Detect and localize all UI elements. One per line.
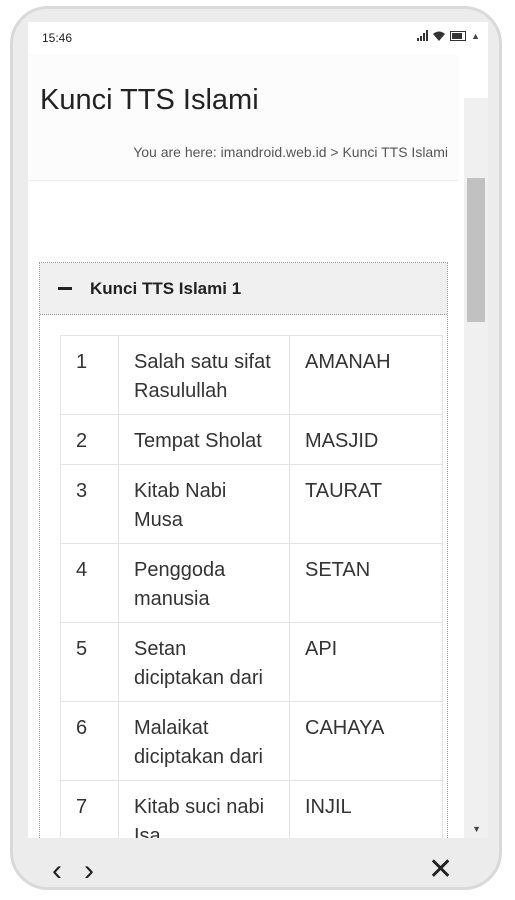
screen: 15:46 ▲ Kunci TTS Islami You are here: i… xyxy=(28,22,488,838)
row-answer: CAHAYA xyxy=(289,701,443,781)
accordion-header[interactable]: Kunci TTS Islami 1 xyxy=(40,263,447,315)
breadcrumb[interactable]: You are here: imandroid.web.id > Kunci T… xyxy=(133,144,448,160)
row-answer: MASJID xyxy=(289,414,443,465)
table-row: 3 Kitab Nabi Musa TAURAT xyxy=(60,464,443,544)
row-question: Kitab Nabi Musa xyxy=(118,464,290,544)
scroll-down-icon[interactable]: ▼ xyxy=(472,824,481,834)
row-question: Setan diciptakan dari xyxy=(118,622,290,702)
table-row: 4 Penggoda manusia SETAN xyxy=(60,543,443,623)
collapse-icon[interactable] xyxy=(58,287,72,290)
table-row: 7 Kitab suci nabi Isa INJIL xyxy=(60,780,443,838)
accordion: Kunci TTS Islami 1 1 Salah satu sifat Ras… xyxy=(39,262,448,838)
scrollbar-track[interactable]: ▼ xyxy=(464,98,488,838)
status-icons: ▲ xyxy=(417,30,480,41)
row-answer: API xyxy=(289,622,443,702)
row-number: 2 xyxy=(60,414,119,465)
row-question: Kitab suci nabi Isa xyxy=(118,780,290,838)
bottom-nav-bar: ‹ › ✕ xyxy=(0,844,515,900)
table-row: 1 Salah satu sifat Rasulullah AMANAH xyxy=(60,335,443,415)
row-answer: INJIL xyxy=(289,780,443,838)
row-answer: AMANAH xyxy=(289,335,443,415)
row-number: 6 xyxy=(60,701,119,781)
answer-table: 1 Salah satu sifat Rasulullah AMANAH 2 Tempa… xyxy=(60,335,443,838)
status-time: 15:46 xyxy=(42,31,73,45)
row-number: 5 xyxy=(60,622,119,702)
page-title: Kunci TTS Islami xyxy=(40,84,259,116)
row-answer: TAURAT xyxy=(289,464,443,544)
forward-button[interactable]: › xyxy=(84,854,94,888)
scroll-up-icon[interactable]: ▲ xyxy=(471,31,480,41)
row-question: Penggoda manusia xyxy=(118,543,290,623)
row-answer: SETAN xyxy=(289,543,443,623)
accordion-title: Kunci TTS Islami 1 xyxy=(90,278,242,298)
table-row: 5 Setan diciptakan dari API xyxy=(60,622,443,702)
row-question: Malaikat diciptakan dari xyxy=(118,701,290,781)
row-number: 7 xyxy=(60,780,119,838)
battery-icon xyxy=(450,30,467,41)
close-button[interactable]: ✕ xyxy=(428,852,453,887)
scrollbar-thumb[interactable] xyxy=(467,178,485,322)
row-question: Tempat Sholat xyxy=(118,414,290,465)
wifi-icon xyxy=(433,31,446,41)
table-row: 2 Tempat Sholat MASJID xyxy=(60,414,443,465)
table-row: 6 Malaikat diciptakan dari CAHAYA xyxy=(60,701,443,781)
row-question: Salah satu sifat Rasulullah xyxy=(118,335,290,415)
signal-icon xyxy=(417,30,429,41)
page-header: Kunci TTS Islami You are here: imandroid… xyxy=(28,54,458,181)
row-number: 3 xyxy=(60,464,119,544)
back-button[interactable]: ‹ xyxy=(52,854,62,888)
row-number: 1 xyxy=(60,335,119,415)
status-bar: 15:46 ▲ xyxy=(28,22,488,54)
row-number: 4 xyxy=(60,543,119,623)
